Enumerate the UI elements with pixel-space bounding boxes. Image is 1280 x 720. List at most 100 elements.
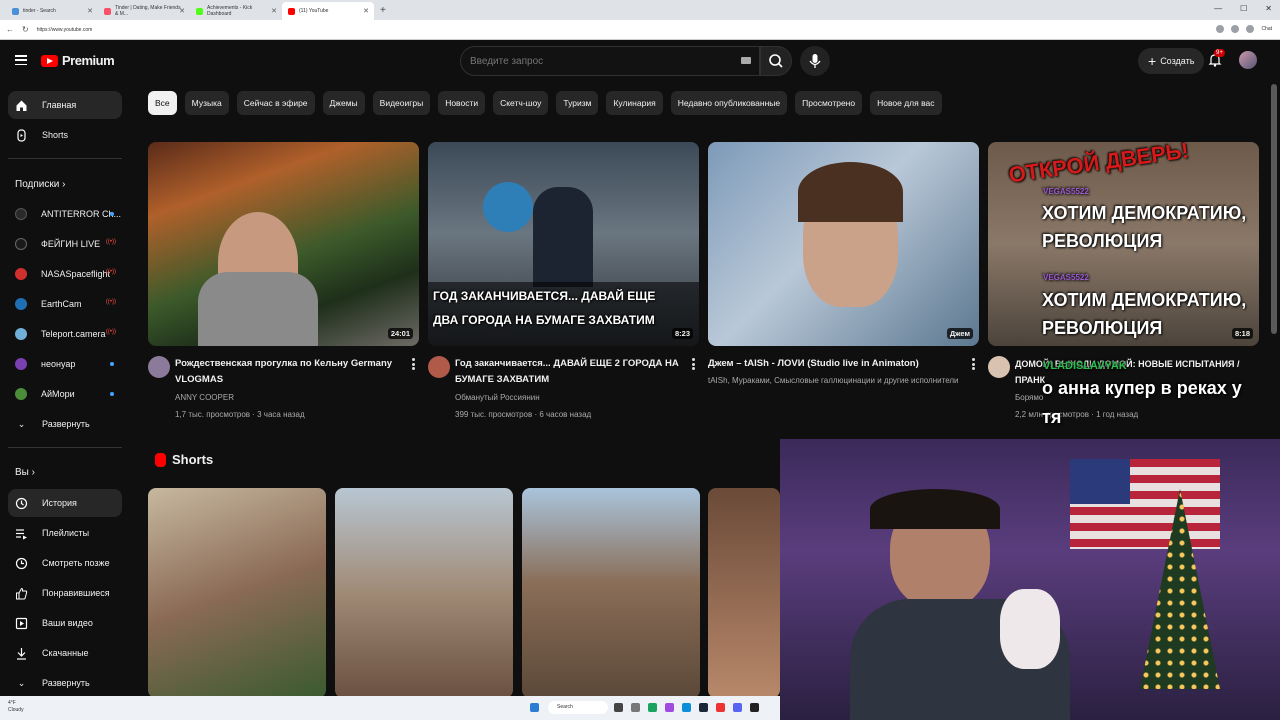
sidebar-expand-subs[interactable]: ⌄ Развернуть [8,410,122,438]
maximize-icon[interactable]: ☐ [1240,4,1247,13]
browser-tab-0[interactable]: tinder - Search ✕ [6,2,98,20]
short-thumbnail[interactable] [522,488,700,696]
voice-search-button[interactable] [800,46,830,76]
sidebar-item-watch-later[interactable]: Смотреть позже [8,549,122,577]
sidebar-sub-item[interactable]: ANTITERROR Ch... [8,200,122,228]
chip-watched[interactable]: Просмотрено [795,91,863,115]
sidebar-expand-you[interactable]: ⌄ Развернуть [8,669,122,696]
chat-button[interactable]: Chat [1261,26,1272,32]
video-title[interactable]: Рождественская прогулка по Кельну German… [175,356,405,388]
chat-username: VEGAS5522 [1043,187,1089,196]
home-icon [15,99,28,112]
chip-music[interactable]: Музыка [184,91,229,115]
chip-all[interactable]: Все [148,91,177,115]
chip-news[interactable]: Новости [438,91,486,115]
sidebar-sub-item[interactable]: EarthCam ((•)) [8,290,122,318]
page-scrollbar[interactable] [1271,84,1277,334]
short-thumbnail[interactable] [335,488,513,696]
browser-tab-1[interactable]: Tinder | Dating, Make Friends & M... ✕ [98,2,190,20]
browser-tab-2[interactable]: Achievements - Kick Dashboard ✕ [190,2,282,20]
menu-icon[interactable] [15,55,27,65]
more-options-icon[interactable] [972,358,975,370]
close-window-icon[interactable]: ✕ [1265,4,1272,13]
keyboard-icon[interactable] [741,57,751,64]
video-card[interactable]: ГОД ЗАКАНЧИВАЕТСЯ... ДАВАЙ ЕЩЕ ДВА ГОРОД… [428,142,699,419]
video-card[interactable]: 24:01 Рождественская прогулка по Кельну … [148,142,419,419]
steam-icon[interactable] [699,703,708,712]
chip-cooking[interactable]: Кулинария [606,91,663,115]
obs-icon[interactable] [750,703,759,712]
search-button[interactable] [760,46,792,76]
chip-live[interactable]: Сейчас в эфире [236,91,315,115]
chat-message: РЕВОЛЮЦИЯ [1042,318,1163,338]
chip-jams[interactable]: Джемы [322,91,365,115]
browser-tab-3[interactable]: (11) YouTube ✕ [282,2,374,20]
create-button[interactable]: + Создать [1138,48,1205,74]
task-view-icon[interactable] [614,703,623,712]
profile-icon[interactable] [1246,25,1255,33]
file-explorer-icon[interactable] [631,703,640,712]
sidebar-item-shorts[interactable]: Shorts [8,121,122,149]
close-icon[interactable]: ✕ [363,7,369,15]
url-field[interactable]: https://www.youtube.com [37,27,93,33]
video-title[interactable]: Джем – tAISh - ЛOVИ (Studio live in Anim… [708,356,958,372]
new-tab-button[interactable]: + [380,2,386,20]
chip-travel[interactable]: Туризм [556,91,599,115]
reload-icon[interactable]: ↻ [22,25,29,34]
channel-name[interactable]: Борямо [1015,393,1043,402]
sidebar-item-playlists[interactable]: Плейлисты [8,519,122,547]
sidebar-item-history[interactable]: История [8,489,122,517]
video-title[interactable]: Год заканчивается... ДАВАЙ ЕЩЕ 2 ГОРОДА … [455,356,685,388]
video-thumbnail[interactable]: ГОД ЗАКАНЧИВАЕТСЯ... ДАВАЙ ЕЩЕ ДВА ГОРОД… [428,142,699,346]
back-icon[interactable]: ← [6,25,14,34]
account-avatar[interactable] [1239,51,1257,69]
subscriptions-heading[interactable]: Подписки › [15,179,65,190]
more-options-icon[interactable] [412,358,415,370]
search-input[interactable] [470,55,730,67]
app-icon[interactable] [648,703,657,712]
channel-name[interactable]: Обманутый Россиянин [455,393,540,402]
sidebar-sub-item[interactable]: неонуар [8,350,122,378]
sidebar-item-your-videos[interactable]: Ваши видео [8,609,122,637]
video-card[interactable]: Джем Джем – tAISh - ЛOVИ (Studio live in… [708,142,979,385]
sidebar-item-liked[interactable]: Понравившиеся [8,579,122,607]
discord-icon[interactable] [733,703,742,712]
channel-avatar[interactable] [148,356,170,378]
sidebar-sub-item[interactable]: ФЕЙГИН LIVE ((•)) [8,230,122,258]
channel-avatar[interactable] [988,356,1010,378]
more-options-icon[interactable] [692,358,695,370]
app-icon[interactable] [665,703,674,712]
short-thumbnail[interactable] [148,488,326,696]
close-icon[interactable]: ✕ [271,7,277,15]
sidebar-item-label: Развернуть [42,419,90,429]
chip-sketch[interactable]: Скетч-шоу [493,91,549,115]
chip-new-to-you[interactable]: Новое для вас [870,91,942,115]
extension-icon[interactable] [1216,25,1225,33]
sidebar-sub-item[interactable]: Teleport.camera ((•)) [8,320,122,348]
sidebar-item-label: Скачанные [42,648,89,658]
weather-widget[interactable]: 4°F Cloudy [8,700,24,714]
video-thumbnail[interactable]: 24:01 [148,142,419,346]
close-icon[interactable]: ✕ [87,7,93,15]
close-icon[interactable]: ✕ [179,7,185,15]
sidebar-item-home[interactable]: Главная [8,91,122,119]
app-icon[interactable] [716,703,725,712]
sidebar-item-downloads[interactable]: Скачанные [8,639,122,667]
extension-icon[interactable] [1231,25,1240,33]
video-thumbnail[interactable]: Джем [708,142,979,346]
channel-name[interactable]: ANNY COOPER [175,393,234,402]
sidebar-sub-item[interactable]: NASASpaceflight ((•)) [8,260,122,288]
chip-gaming[interactable]: Видеоигры [372,91,431,115]
minimize-icon[interactable]: — [1214,4,1222,13]
window-controls: — ☐ ✕ [1214,4,1272,13]
chip-recently-uploaded[interactable]: Недавно опубликованные [670,91,788,115]
start-icon[interactable] [530,703,539,712]
channel-name[interactable]: tAISh, Мураками, Смысловые галлюцинации … [708,376,959,385]
taskbar-search[interactable]: Search [548,701,608,714]
sidebar-sub-item[interactable]: АйМори [8,380,122,408]
edge-icon[interactable] [682,703,691,712]
channel-avatar[interactable] [428,356,450,378]
youtube-logo[interactable]: Premium [41,53,115,68]
short-thumbnail[interactable] [708,488,780,696]
you-heading[interactable]: Вы › [15,467,35,478]
